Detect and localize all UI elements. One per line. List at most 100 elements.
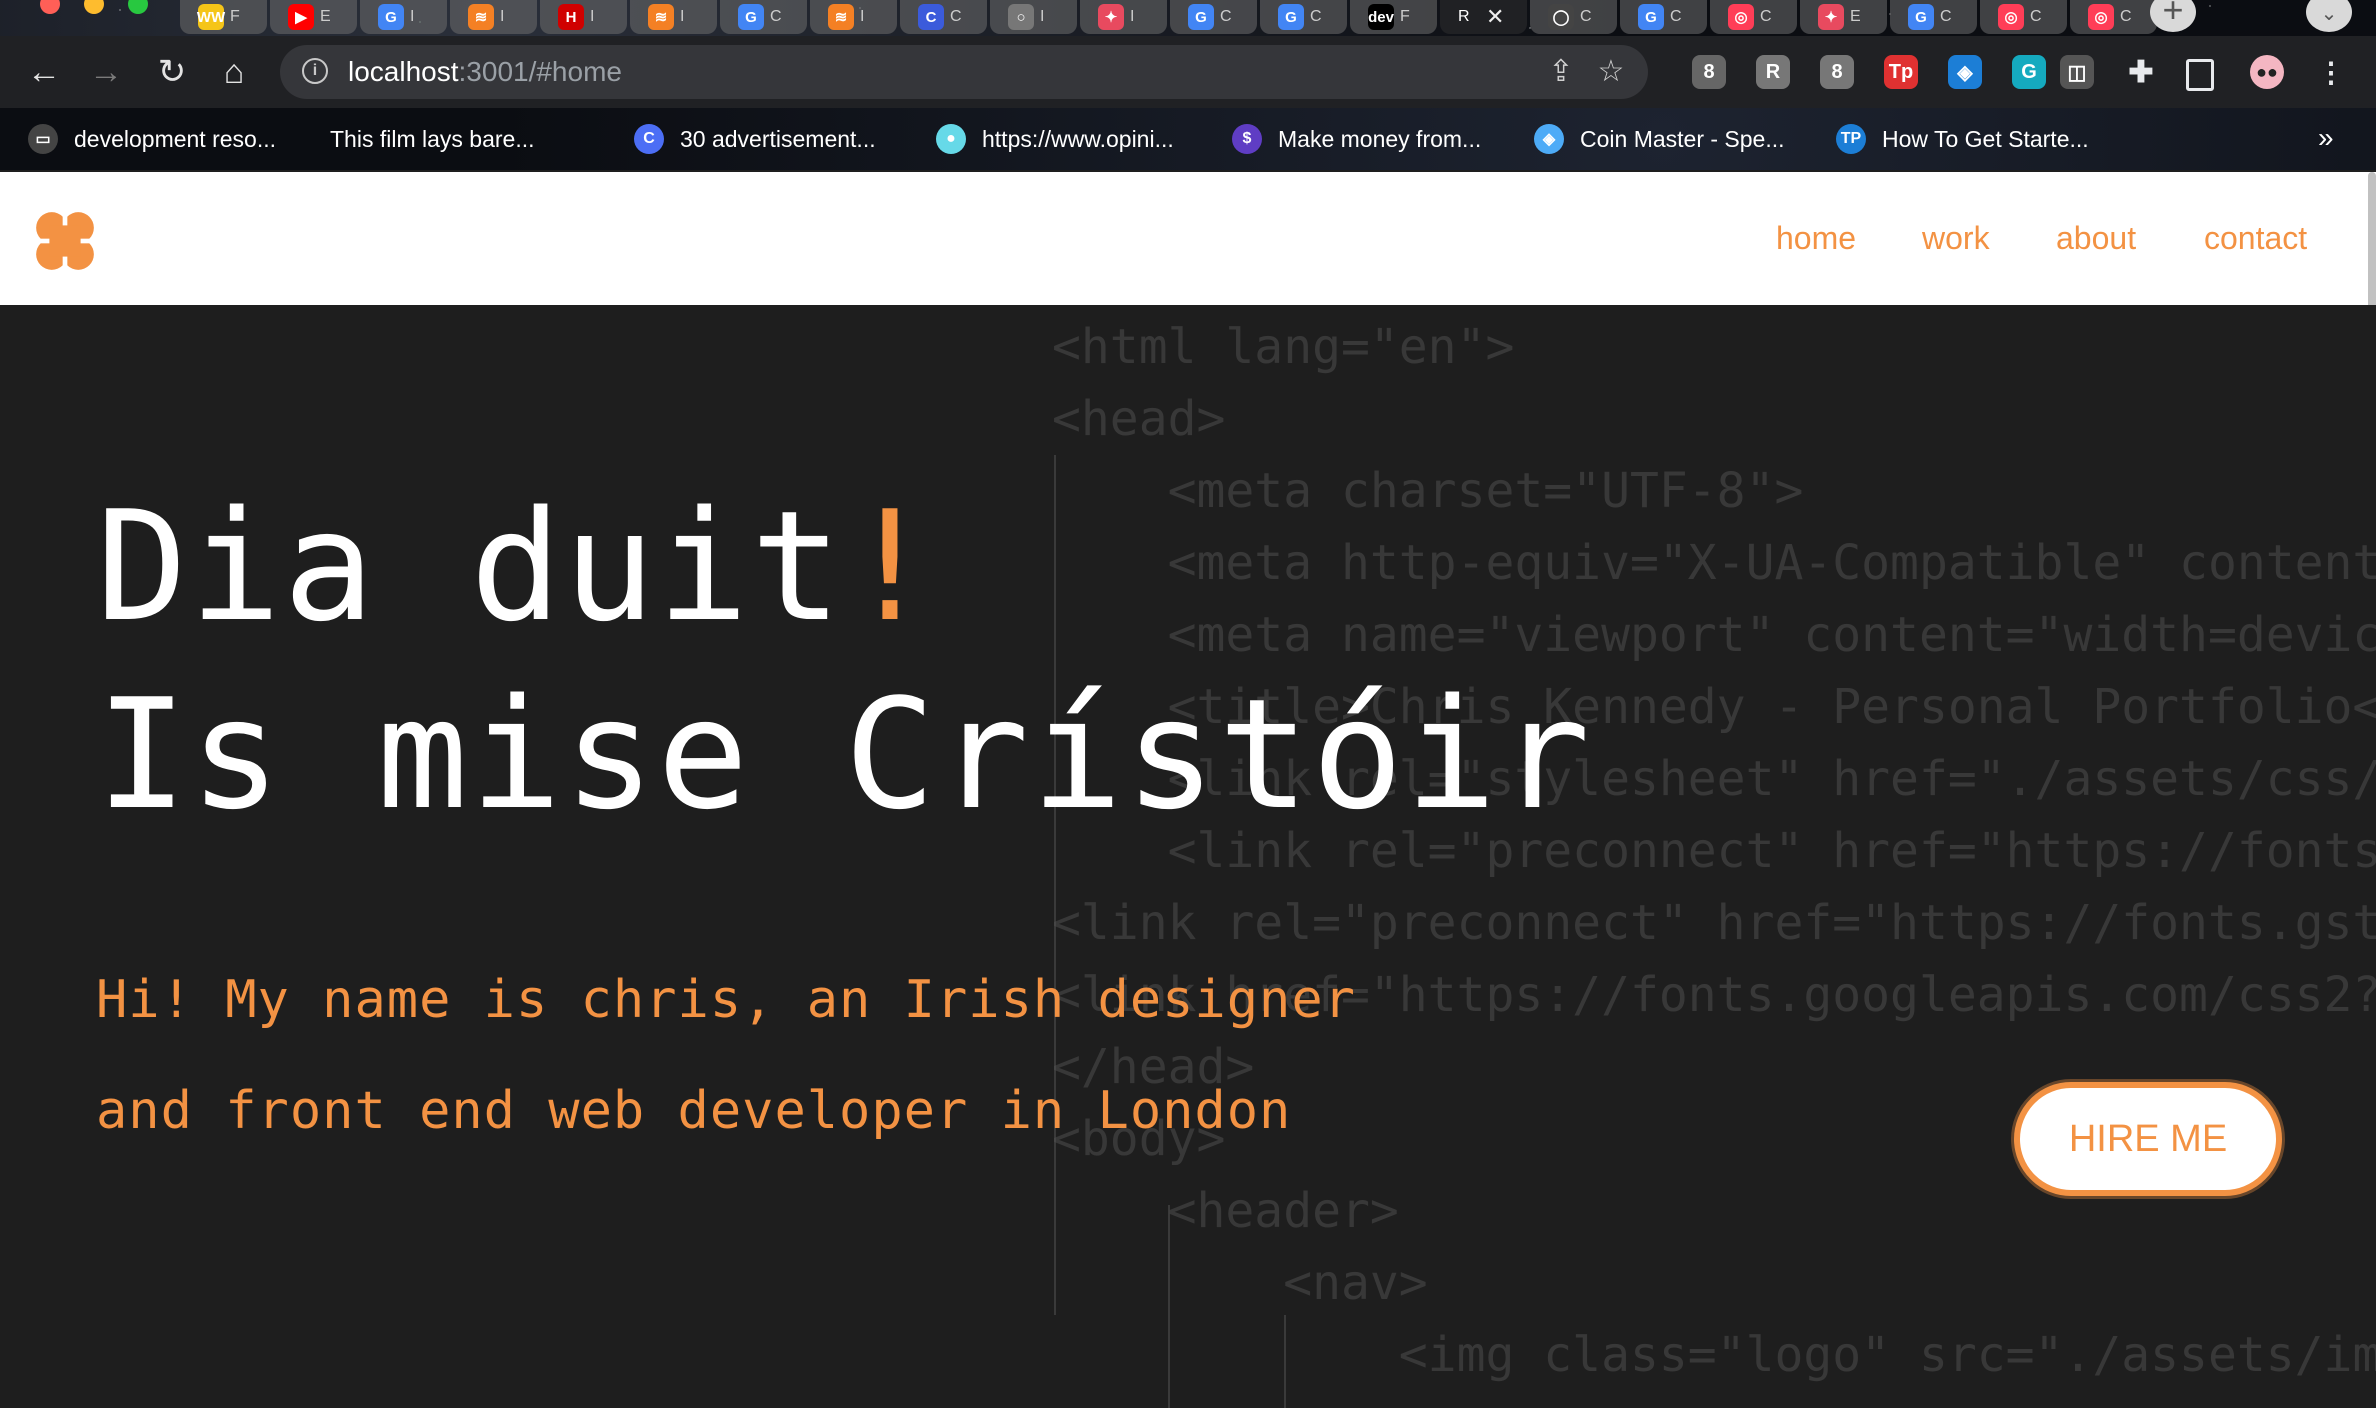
tab-favicon-icon: WW [197,4,225,30]
tab-favicon-icon: ≋ [828,4,854,30]
browser-tab[interactable]: ◯ C [1530,0,1617,34]
nav-contact-link[interactable]: contact [2204,220,2307,257]
bookmark-label: Make money from... [1278,125,1482,152]
extension-icon[interactable]: ◈ [1948,55,1982,89]
url-host: localhost [348,56,459,87]
tab-favicon-icon: ✦ [1098,4,1124,30]
browser-tab[interactable]: ≋ I [450,0,537,34]
tab-title: C [2030,8,2042,25]
tab-title: C [2120,8,2132,25]
intro-line-2: and front end web developer in London [96,1081,1292,1141]
tab-favicon-icon: ◎ [1728,4,1754,30]
tab-list: WW F ▶ E G I ≋ I H I ≋ I G C ≋ I C C ○ I ✦ I G C G Cdev F R ✕ ◯ C G C ◎ C ✦… [180,0,2160,36]
browser-tab[interactable]: GC [1170,0,1257,34]
tab-favicon-icon: ✦ [1818,4,1844,30]
browser-tab[interactable]: CC [900,0,987,34]
address-bar[interactable]: i localhost:3001/#home ⇪ ☆ [280,45,1648,99]
extensions-puzzle-icon[interactable]: ✚ [2124,55,2158,89]
bookmark-item[interactable]: ◈ Coin Master - Spe... [1534,122,1785,156]
tab-title: I [590,8,595,25]
share-icon[interactable]: ⇪ [1544,55,1578,89]
side-panel-icon[interactable] [2186,59,2214,91]
tab-title: I [500,8,505,25]
bookmark-icon: ◈ [1534,124,1564,154]
bookmark-icon: ▭ [28,124,58,154]
bookmark-item[interactable]: C 30 advertisement... [634,122,876,156]
tab-favicon-icon: C [918,4,944,30]
tab-title: E [320,8,331,25]
extension-icon[interactable]: 8 [1820,55,1854,89]
bookmark-item[interactable]: ▭ development reso... [28,122,276,156]
browser-tab[interactable]: GC [1620,0,1707,34]
browser-tab[interactable]: WW F [180,0,267,34]
tab-title: E [1850,8,1861,25]
tab-favicon-icon: G [378,4,404,30]
tab-favicon-icon: H [558,4,584,30]
bookmark-item[interactable]: ● https://www.opini... [936,122,1174,156]
url-text[interactable]: localhost:3001/#home [348,56,622,88]
browser-tab[interactable]: ◎ C [2070,0,2157,34]
extension-icon[interactable]: G [2012,55,2046,89]
heading-greeting: Dia duit [96,478,845,655]
browser-tab[interactable]: ◎ C [1980,0,2067,34]
browser-tab[interactable]: ≋ I [630,0,717,34]
browser-tab[interactable]: ◎ C [1710,0,1797,34]
bookmark-item[interactable]: TP How To Get Starte... [1836,122,2089,156]
browser-tab[interactable]: ≋ I [810,0,897,34]
tab-favicon-icon: G [1188,4,1214,30]
browser-tab[interactable]: ✦ I [1080,0,1167,34]
extension-icon[interactable]: 8 [1692,55,1726,89]
browser-tab[interactable]: GI [360,0,447,34]
tab-title: F [230,8,240,25]
browser-toolbar: ← → ↻ ⌂ i localhost:3001/#home ⇪ ☆ 8 R 8 Tp… [0,36,2376,108]
browser-tab-active[interactable]: R ✕ [1440,0,1527,34]
browser-tab[interactable]: GC [1260,0,1347,34]
bookmark-item[interactable]: This film lays bare... [330,122,535,156]
bookmarks-overflow-button[interactable]: » [2318,122,2334,154]
tab-title: I [680,8,685,25]
home-icon[interactable]: ⌂ [214,52,254,92]
browser-tab[interactable]: ○ I [990,0,1077,34]
tab-title: C [1220,8,1232,25]
url-path: :3001/#home [458,56,622,87]
tab-close-icon[interactable]: ✕ [1486,4,1504,30]
profile-avatar[interactable]: ●● [2250,55,2284,89]
browser-tab[interactable]: GC [720,0,807,34]
bookmark-label: How To Get Starte... [1882,125,2089,152]
bookmark-label: 30 advertisement... [680,125,876,152]
tab-strip: WW F ▶ E G I ≋ I H I ≋ I G C ≋ I C C ○ I ✦ I G C G Cdev F R ✕ ◯ C G C ◎ C ✦… [0,0,2376,36]
tab-favicon-icon: G [1278,4,1304,30]
bookmark-star-icon[interactable]: ☆ [1594,55,1628,89]
browser-tab[interactable]: HI [540,0,627,34]
clover-logo-icon[interactable] [26,202,104,280]
bookmark-icon: ● [936,124,966,154]
tab-title: C [1670,8,1682,25]
reload-icon[interactable]: ↻ [152,52,192,92]
back-arrow-icon[interactable]: ← [24,52,64,92]
browser-tab[interactable]: ✦ E [1800,0,1887,34]
tab-title: I [1040,8,1045,25]
hero-intro: Hi! My name is chris, an Irish designer … [96,945,1356,1167]
tab-favicon-icon: G [738,4,764,30]
browser-tab[interactable]: dev F [1350,0,1437,34]
hero-section: <html lang="en"> <head> <meta charset="UT… [0,305,2376,1408]
tab-title: C [770,8,782,25]
site-info-icon[interactable]: i [302,58,328,84]
extension-icon[interactable]: Tp [1884,55,1918,89]
nav-home-link[interactable]: home [1776,220,1856,257]
nav-about-link[interactable]: about [2056,220,2136,257]
hire-me-button[interactable]: HIRE ME [2014,1082,2282,1196]
nav-work-link[interactable]: work [1922,220,1990,257]
tab-favicon-icon: ◎ [1998,4,2024,30]
tab-favicon-icon: ▶ [288,4,314,30]
browser-tab[interactable]: ▶ E [270,0,357,34]
menu-kebab-icon[interactable]: ⋮ [2314,55,2348,89]
tab-favicon-icon: G [1638,4,1664,30]
heading-name: Is mise Crístóir [96,666,1593,843]
extension-icon[interactable]: R [1756,55,1790,89]
forward-arrow-icon[interactable]: → [86,52,126,92]
browser-tab[interactable]: GC [1890,0,1977,34]
heading-exclamation: ! [844,478,938,655]
extension-icon[interactable]: ◫ [2060,55,2094,89]
bookmark-item[interactable]: $ Make money from... [1232,122,1481,156]
